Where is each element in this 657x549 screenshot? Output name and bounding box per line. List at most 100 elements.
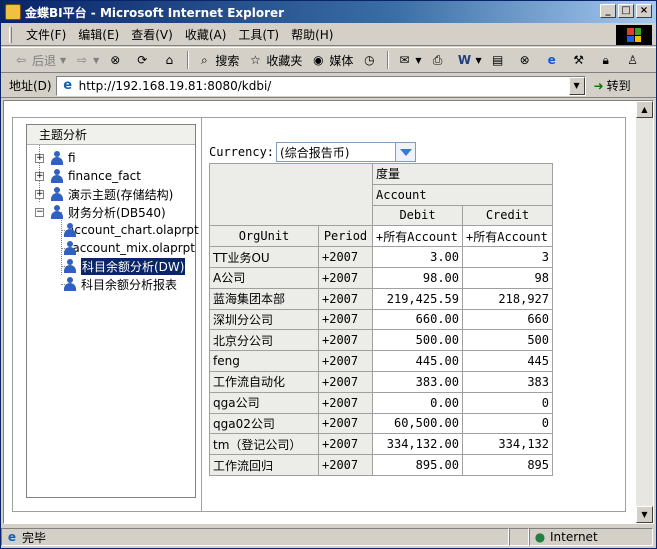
credit-header[interactable]: Credit [462, 204, 553, 227]
tree-node-label[interactable]: 科目余额分析(DW) [81, 257, 186, 275]
discuss-button[interactable]: ▤ [486, 49, 513, 71]
forward-button[interactable]: ⇨ ▼ [70, 49, 103, 71]
menu-edit[interactable]: 编辑(E) [72, 26, 125, 43]
account-header[interactable]: Account [372, 183, 553, 206]
orgunit-cell[interactable]: 工作流回归 [209, 454, 319, 476]
stop-button[interactable]: ⊗ [103, 49, 130, 71]
collapse-icon[interactable]: − [35, 207, 44, 217]
tree-node-account-chart[interactable]: account_chart.olaprpt [27, 221, 199, 239]
orgunit-cell[interactable]: qga公司 [209, 391, 319, 414]
period-cell[interactable]: +2007 [318, 308, 373, 331]
period-cell[interactable]: +2007 [318, 454, 373, 476]
vertical-scrollbar[interactable]: ▲ ▼ [636, 101, 653, 523]
expand-icon[interactable]: + [35, 189, 44, 199]
address-dropdown-icon[interactable]: ▼ [568, 76, 585, 95]
tree-node-label[interactable]: 演示主题(存储结构) [68, 186, 173, 203]
tree-node-balance-report[interactable]: 科目余额分析报表 [27, 275, 195, 293]
scroll-down-icon[interactable]: ▼ [636, 506, 653, 523]
forward-dropdown-icon[interactable]: ▼ [93, 56, 99, 65]
lock-button[interactable]: 🔒︎ [594, 49, 621, 71]
chevron-down-icon[interactable] [395, 143, 416, 161]
period-cell[interactable]: +2007 [318, 391, 373, 414]
orgunit-cell[interactable]: qga02公司 [209, 412, 319, 435]
maximize-button[interactable]: □ [618, 4, 634, 18]
menu-file[interactable]: 文件(F) [20, 26, 72, 43]
orgunit-cell[interactable]: A公司 [209, 266, 319, 289]
mail-icon: ✉ [399, 53, 410, 67]
credit-all-account[interactable]: +所有Account [462, 225, 553, 248]
orgunit-cell[interactable]: TT业务OU [209, 246, 319, 268]
go-button[interactable]: ➜ 转到 [594, 77, 631, 94]
cube-user-icon [50, 169, 64, 183]
tree-node-label[interactable]: fi [68, 151, 76, 165]
media-label: 媒体 [329, 53, 354, 68]
debit-header[interactable]: Debit [372, 204, 463, 227]
period-cell[interactable]: +2007 [318, 246, 373, 268]
tree-node-label[interactable]: 科目余额分析报表 [81, 276, 177, 293]
title-bar: 金蝶BI平台 - Microsoft Internet Explorer _ □… [1, 1, 656, 23]
mail-button[interactable]: ✉ ▼ [392, 49, 425, 71]
debit-cell: 98.00 [372, 266, 463, 289]
print-button[interactable]: ⎙ [426, 49, 453, 71]
menu-tools[interactable]: 工具(T) [232, 26, 285, 43]
orgunit-cell[interactable]: 工作流自动化 [209, 370, 319, 393]
expand-icon[interactable]: + [35, 153, 44, 163]
tree-node-demo-subject[interactable]: + 演示主题(存储结构) [27, 185, 195, 203]
tree-node-account-mix[interactable]: account_mix.olaprpt [27, 239, 195, 257]
period-cell[interactable]: +2007 [318, 266, 373, 289]
tree-node-label[interactable]: account_chart.olaprpt [67, 223, 199, 237]
ie-button[interactable]: e [540, 49, 567, 71]
back-button[interactable]: ⇦ 后退 ▼ [9, 49, 70, 71]
orgunit-cell[interactable]: feng [209, 350, 319, 372]
currency-select[interactable]: (综合报告币) [276, 142, 417, 162]
minimize-button[interactable]: _ [600, 4, 616, 18]
orgunit-cell[interactable]: 北京分公司 [209, 329, 319, 352]
credit-cell: 218,927 [462, 287, 553, 310]
menu-bar: 文件(F) 编辑(E) 查看(V) 收藏(A) 工具(T) 帮助(H) [1, 24, 656, 46]
menu-help[interactable]: 帮助(H) [285, 26, 339, 43]
home-button[interactable]: ⌂ [157, 49, 184, 71]
orgunit-header[interactable]: OrgUnit [209, 225, 319, 248]
user-button[interactable]: ♙ [621, 49, 648, 71]
orgunit-cell[interactable]: 蓝海集团本部 [209, 287, 319, 310]
period-cell[interactable]: +2007 [318, 329, 373, 352]
edit-button[interactable]: W ▼ [453, 49, 486, 71]
tree-node-finance-analysis[interactable]: − 财务分析(DB540) [27, 203, 195, 221]
tree-node-fi[interactable]: + fi [27, 149, 195, 167]
favorites-button[interactable]: ☆ 收藏夹 [243, 49, 306, 71]
period-cell[interactable]: +2007 [318, 412, 373, 435]
menu-view[interactable]: 查看(V) [125, 26, 179, 43]
tool-button[interactable]: ⚒ [567, 49, 594, 71]
debit-cell: 219,425.59 [372, 287, 463, 310]
tree-node-label[interactable]: 财务分析(DB540) [68, 204, 166, 221]
edit-dropdown-icon[interactable]: ▼ [476, 56, 482, 65]
debit-all-account[interactable]: +所有Account [372, 225, 463, 248]
period-cell[interactable]: +2007 [318, 287, 373, 310]
tree-node-balance-analysis-dw[interactable]: 科目余额分析(DW) [27, 257, 195, 275]
period-cell[interactable]: +2007 [318, 433, 373, 456]
orgunit-cell[interactable]: tm（登记公司） [209, 433, 319, 456]
search-button[interactable]: ⌕ 搜索 [192, 49, 243, 71]
period-cell[interactable]: +2007 [318, 370, 373, 393]
corner-cell [209, 162, 373, 227]
panel-divider [201, 118, 202, 511]
menu-favorites[interactable]: 收藏(A) [179, 26, 233, 43]
period-header[interactable]: Period [318, 225, 373, 248]
tree-node-label[interactable]: finance_fact [68, 169, 141, 183]
media-button[interactable]: ◉ 媒体 [306, 49, 357, 71]
address-field[interactable]: e http://192.168.19.81:8080/kdbi/ ▼ [55, 75, 586, 96]
close-button[interactable]: × [636, 4, 652, 18]
mail-dropdown-icon[interactable]: ▼ [415, 56, 421, 65]
scroll-up-icon[interactable]: ▲ [636, 101, 653, 118]
messenger-button[interactable]: ⊗ [513, 49, 540, 71]
back-dropdown-icon[interactable]: ▼ [60, 56, 66, 65]
orgunit-cell[interactable]: 深圳分公司 [209, 308, 319, 331]
tree-node-label[interactable]: account_mix.olaprpt [72, 241, 195, 255]
history-button[interactable]: ◷ [357, 49, 384, 71]
refresh-button[interactable]: ⟳ [130, 49, 157, 71]
period-cell[interactable]: +2007 [318, 350, 373, 372]
expand-icon[interactable]: + [35, 171, 44, 181]
tree-node-finance-fact[interactable]: + finance_fact [27, 167, 195, 185]
debit-cell: 3.00 [372, 246, 463, 268]
address-url[interactable]: http://192.168.19.81:8080/kdbi/ [79, 79, 272, 93]
